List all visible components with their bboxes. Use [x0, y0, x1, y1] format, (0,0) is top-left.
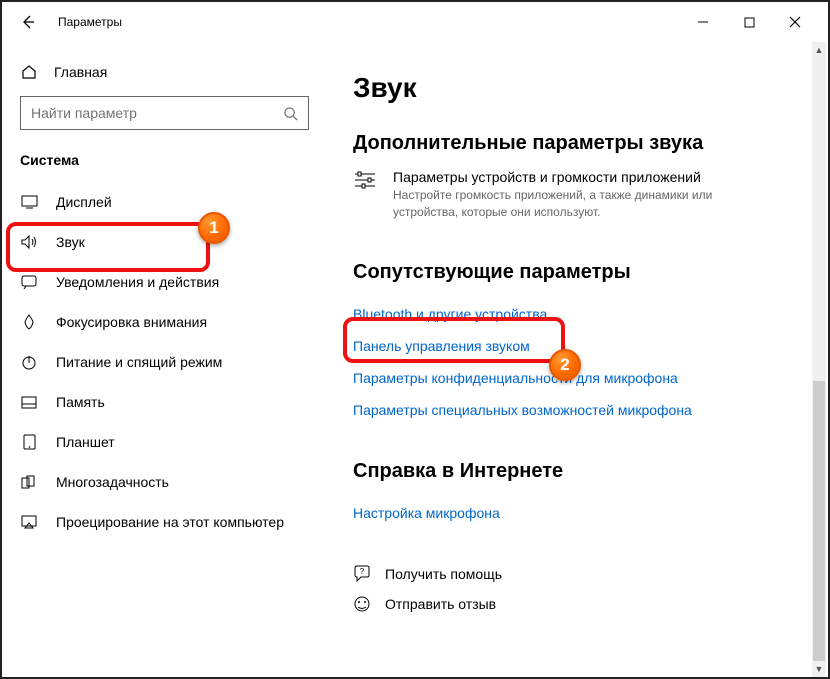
titlebar: Параметры: [2, 2, 828, 42]
sidebar-home[interactable]: Главная: [2, 58, 327, 96]
sidebar-item-label: Планшет: [56, 434, 115, 450]
tablet-icon: [20, 434, 38, 450]
sidebar-section-label: Система: [2, 152, 327, 182]
scroll-up-icon[interactable]: ▲: [812, 42, 826, 58]
page-title: Звук: [353, 72, 802, 104]
sidebar-item-storage[interactable]: Память: [2, 382, 327, 422]
power-icon: [20, 354, 38, 370]
minimize-button[interactable]: [680, 6, 726, 38]
sidebar-item-sound[interactable]: Звук: [2, 222, 327, 262]
related-heading: Сопутствующие параметры: [353, 261, 802, 284]
annotation-badge-2: 2: [549, 349, 581, 381]
sidebar-item-label: Фокусировка внимания: [56, 314, 207, 330]
get-help-label: Получить помощь: [385, 566, 502, 582]
sidebar-item-tablet[interactable]: Планшет: [2, 422, 327, 462]
home-icon: [20, 64, 38, 80]
sidebar-home-label: Главная: [54, 64, 107, 80]
link-setup-microphone[interactable]: Настройка микрофона: [353, 497, 802, 529]
svg-text:?: ?: [360, 567, 365, 576]
sidebar-item-notifications[interactable]: Уведомления и действия: [2, 262, 327, 302]
help-heading: Справка в Интернете: [353, 460, 802, 483]
sidebar-item-multitasking[interactable]: Многозадачность: [2, 462, 327, 502]
advanced-heading: Дополнительные параметры звука: [353, 132, 802, 155]
sound-icon: [20, 234, 38, 250]
adv-item-title: Параметры устройств и громкости приложен…: [393, 169, 713, 185]
scrollbar[interactable]: ▲ ▼: [812, 42, 826, 677]
sidebar: Главная Система Дисплей Звук: [2, 42, 327, 677]
close-button[interactable]: [772, 6, 818, 38]
multitasking-icon: [20, 475, 38, 489]
sidebar-item-label: Дисплей: [56, 194, 112, 210]
sidebar-item-label: Проецирование на этот компьютер: [56, 514, 284, 530]
give-feedback-link[interactable]: Отправить отзыв: [353, 589, 802, 619]
window-title: Параметры: [58, 15, 122, 29]
search-input[interactable]: [31, 105, 283, 121]
scroll-down-icon[interactable]: ▼: [812, 661, 826, 677]
sidebar-item-focus-assist[interactable]: Фокусировка внимания: [2, 302, 327, 342]
arrow-left-icon: [20, 14, 36, 30]
link-bluetooth-devices[interactable]: Bluetooth и другие устройства: [353, 298, 802, 330]
sidebar-item-power[interactable]: Питание и спящий режим: [2, 342, 327, 382]
sliders-icon: [353, 169, 377, 221]
sidebar-item-projecting[interactable]: Проецирование на этот компьютер: [2, 502, 327, 542]
sidebar-item-label: Память: [56, 394, 105, 410]
back-button[interactable]: [12, 6, 44, 38]
search-box[interactable]: [20, 96, 309, 130]
sidebar-item-label: Питание и спящий режим: [56, 354, 222, 370]
main-content: Звук Дополнительные параметры звука Пара…: [327, 42, 828, 677]
annotation-badge-1: 1: [198, 212, 230, 244]
link-ease-of-access-audio[interactable]: Параметры специальных возможностей микро…: [353, 394, 802, 426]
sidebar-item-label: Уведомления и действия: [56, 274, 219, 290]
give-feedback-label: Отправить отзыв: [385, 596, 496, 612]
display-icon: [20, 195, 38, 209]
app-volume-devices-row[interactable]: Параметры устройств и громкости приложен…: [353, 169, 802, 221]
adv-item-desc: Настройте громкость приложений, а также …: [393, 187, 713, 221]
storage-icon: [20, 396, 38, 409]
projecting-icon: [20, 515, 38, 529]
help-icon: ?: [353, 565, 371, 583]
sidebar-item-display[interactable]: Дисплей: [2, 182, 327, 222]
search-icon: [283, 106, 298, 121]
focus-icon: [20, 314, 38, 330]
get-help-link[interactable]: ? Получить помощь: [353, 559, 802, 589]
maximize-button[interactable]: [726, 6, 772, 38]
feedback-icon: [353, 595, 371, 613]
scroll-thumb[interactable]: [813, 381, 825, 661]
sidebar-item-label: Звук: [56, 234, 85, 250]
notifications-icon: [20, 275, 38, 289]
sidebar-item-label: Многозадачность: [56, 474, 169, 490]
